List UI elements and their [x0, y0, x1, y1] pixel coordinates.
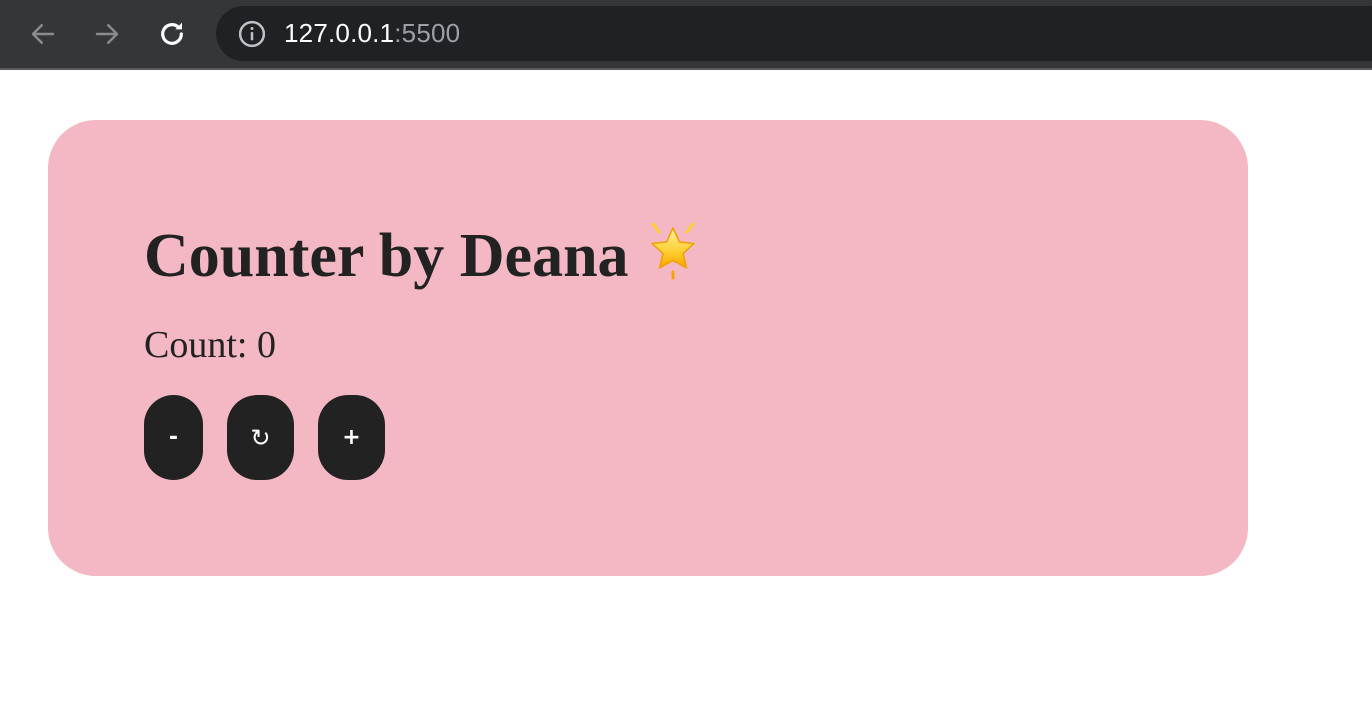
increment-button[interactable]: +: [318, 395, 385, 480]
arrow-right-icon: [95, 24, 119, 44]
count-label: Count:: [144, 324, 248, 366]
info-icon[interactable]: [236, 18, 268, 50]
title-text: Counter by Deana: [144, 222, 629, 290]
count-display: Count: 0: [144, 326, 276, 364]
glowing-star-icon: [643, 220, 703, 291]
reload-button[interactable]: [154, 16, 190, 52]
arrow-left-icon: [31, 24, 55, 44]
url-text: 127.0.0.1:5500: [284, 18, 460, 49]
forward-button[interactable]: [89, 16, 125, 52]
page-title: Counter by Deana: [144, 220, 703, 291]
decrement-button[interactable]: -: [144, 395, 203, 480]
url-host: 127.0.0.1: [284, 18, 395, 48]
counter-controls: - ↻ +: [144, 395, 385, 480]
count-value: 0: [256, 324, 276, 366]
reset-button[interactable]: ↻: [227, 395, 294, 480]
reload-icon: [161, 22, 183, 45]
address-bar[interactable]: 127.0.0.1:5500: [216, 6, 1372, 61]
counter-card: Counter by Deana Count: 0 - ↻ +: [48, 120, 1248, 576]
browser-toolbar: 127.0.0.1:5500: [0, 0, 1372, 70]
back-button[interactable]: [25, 16, 61, 52]
url-port: :5500: [394, 18, 461, 48]
